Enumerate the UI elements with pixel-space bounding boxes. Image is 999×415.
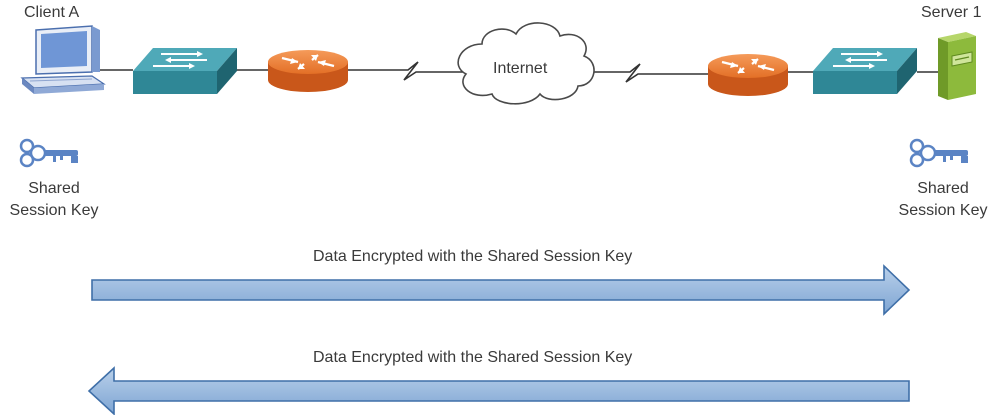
client-label: Client A (24, 4, 80, 21)
switch-icon[interactable] (812, 47, 918, 95)
server-icon[interactable] (938, 32, 976, 100)
flow-label-inbound: Data Encrypted with the Shared Session K… (313, 349, 633, 366)
flow-arrow-right (91, 264, 911, 316)
router-icon[interactable] (266, 48, 350, 94)
left-key-line2: Session Key (9, 202, 99, 219)
flow-arrow-left (87, 366, 910, 415)
left-key-line1: Shared (28, 180, 80, 197)
key-icon (19, 138, 80, 168)
server-label: Server 1 (921, 4, 982, 21)
router-icon[interactable] (706, 52, 790, 98)
cloud-label: Internet (493, 60, 548, 77)
flow-label-outbound: Data Encrypted with the Shared Session K… (313, 248, 633, 265)
right-key-caption: Shared Session Key (887, 179, 999, 220)
computer-icon[interactable] (20, 25, 106, 94)
switch-icon[interactable] (132, 47, 238, 95)
left-key-caption: Shared Session Key (0, 179, 108, 220)
right-key-line1: Shared (917, 180, 969, 197)
key-icon (909, 138, 970, 168)
right-key-line2: Session Key (898, 202, 988, 219)
